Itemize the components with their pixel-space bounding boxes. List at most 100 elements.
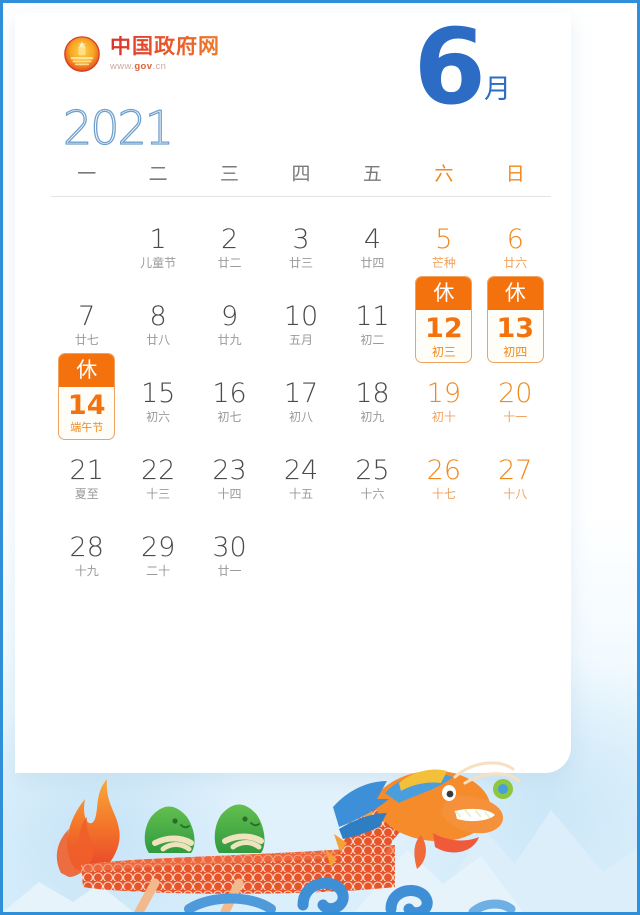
day-number: 19 [426, 377, 462, 409]
day-lunar-label: 端午节 [70, 422, 104, 434]
day-number: 16 [212, 377, 247, 409]
weekday-label-1: 二 [148, 164, 168, 185]
month-display: 6 月 [414, 15, 511, 119]
day-cell-22[interactable]: 22 十三 [122, 440, 193, 517]
day-number: 24 [283, 454, 319, 486]
brand-url-cn: .cn [152, 61, 167, 73]
day-cell-14[interactable]: 休 14 端午节 [51, 353, 122, 440]
day-cell-18[interactable]: 18 初九 [337, 363, 408, 440]
day-number: 2 [220, 223, 239, 255]
month-unit-label: 月 [484, 74, 511, 105]
day-lunar-label: 初四 [503, 345, 528, 359]
day-number: 17 [283, 377, 319, 409]
day-number: 29 [140, 531, 176, 563]
day-lunar-label: 芒种 [431, 256, 456, 271]
day-cell-30[interactable]: 30 廿一 [194, 517, 265, 594]
day-lunar-label: 十四 [217, 487, 242, 502]
day-cell-20[interactable]: 20 十一 [480, 363, 551, 440]
day-cell-6[interactable]: 6 廿六 [480, 209, 551, 286]
year-label: 2021 [62, 101, 174, 155]
day-cell-9[interactable]: 9 廿九 [194, 286, 265, 363]
day-lunar-label: 初八 [288, 410, 313, 425]
rest-day-card: 休 13 初四 [486, 276, 544, 363]
brand-logo[interactable]: 中国政府网 www.gov.cn [63, 35, 220, 73]
day-cell-26[interactable]: 26 十七 [408, 440, 479, 517]
day-number: 15 [140, 377, 176, 409]
day-cell-5[interactable]: 5 芒种 [408, 209, 479, 286]
day-number: 8 [149, 300, 167, 332]
water-waves [184, 877, 516, 912]
rest-badge: 休 [487, 277, 543, 310]
day-number: 12 [425, 313, 463, 344]
day-number: 3 [292, 223, 310, 255]
rest-badge: 休 [416, 277, 472, 310]
day-lunar-label: 五月 [288, 333, 313, 348]
day-number: 7 [78, 300, 96, 332]
boat-paddles [134, 878, 244, 912]
day-lunar-label: 初七 [217, 410, 242, 425]
day-number: 21 [69, 454, 104, 486]
day-cell-12[interactable]: 休 12 初三 [408, 276, 479, 363]
day-lunar-label: 十八 [503, 487, 528, 502]
weekday-label-6: 日 [505, 164, 525, 185]
day-lunar-label: 十七 [431, 487, 456, 502]
dragon-head [333, 761, 521, 869]
day-cell-29[interactable]: 29 二十 [122, 517, 193, 594]
brand-url: www.gov.cn [110, 62, 220, 72]
dragon-boat-hull [81, 845, 395, 894]
day-cell-25[interactable]: 25 十六 [337, 440, 408, 517]
day-cell-3[interactable]: 3 廿三 [265, 209, 336, 286]
day-cell-23[interactable]: 23 十四 [194, 440, 265, 517]
day-lunar-label: 初九 [360, 410, 385, 425]
day-number: 13 [496, 313, 535, 344]
day-cell-27[interactable]: 27 十八 [480, 440, 551, 517]
day-cell-21[interactable]: 21 夏至 [51, 440, 122, 517]
day-number: 26 [426, 454, 462, 486]
zongzi-rower-right [214, 804, 265, 853]
day-number: 25 [355, 454, 390, 486]
day-cell-13[interactable]: 休 13 初四 [480, 276, 551, 363]
day-lunar-label: 廿六 [503, 256, 528, 271]
day-cell-7[interactable]: 7 廿七 [51, 286, 122, 363]
day-number: 5 [435, 223, 453, 255]
day-lunar-label: 初六 [146, 410, 171, 425]
weekday-label-0: 一 [77, 164, 97, 185]
weekday-label-4: 五 [362, 164, 382, 185]
day-cell-19[interactable]: 19 初十 [408, 363, 479, 440]
day-lunar-label: 儿童节 [140, 256, 177, 271]
day-cell-2[interactable]: 2 廿二 [194, 209, 265, 286]
day-number: 22 [140, 454, 176, 486]
day-cell-8[interactable]: 8 廿八 [122, 286, 193, 363]
weekday-label-2: 三 [220, 164, 240, 185]
day-cell-28[interactable]: 28 十九 [51, 517, 122, 594]
day-lunar-label: 廿四 [360, 256, 385, 271]
day-lunar-label: 廿九 [217, 333, 242, 348]
day-lunar-label: 初十 [431, 410, 456, 425]
zongzi-rower-left [144, 806, 195, 853]
day-lunar-label: 廿一 [217, 564, 242, 579]
day-number: 23 [212, 454, 247, 486]
day-grid: 1 儿童节 2 廿二 3 廿三 4 廿四 5 芒种 6 廿六 7 廿七 8 廿八 9 廿九 10 五月 11 初二休 12 初… [51, 209, 551, 594]
day-lunar-label: 廿三 [288, 256, 313, 271]
day-lunar-label: 廿二 [217, 256, 242, 271]
day-cell-24[interactable]: 24 十五 [265, 440, 336, 517]
day-lunar-label: 廿八 [146, 333, 171, 348]
day-cell-16[interactable]: 16 初七 [194, 363, 265, 440]
day-lunar-label: 二十 [146, 564, 171, 579]
weekday-label-3: 四 [291, 164, 311, 185]
day-number: 18 [355, 377, 390, 409]
day-lunar-label: 廿七 [74, 333, 99, 348]
dragon-tail-flame [56, 779, 120, 877]
day-number: 1 [149, 223, 167, 255]
day-lunar-label: 十三 [146, 487, 171, 502]
day-cell-10[interactable]: 10 五月 [265, 286, 336, 363]
brand-name: 中国政府网 [110, 35, 220, 59]
day-cell-11[interactable]: 11 初二 [337, 286, 408, 363]
rest-day-card: 休 12 初三 [415, 276, 473, 363]
day-cell-17[interactable]: 17 初八 [265, 363, 336, 440]
day-cell-15[interactable]: 15 初六 [122, 363, 193, 440]
day-number: 4 [363, 223, 382, 255]
calendar-card: 中国政府网 www.gov.cn 2021 6 月 一二三四五六日 1 儿童节 2 廿… [15, 13, 571, 773]
day-cell-4[interactable]: 4 廿四 [337, 209, 408, 286]
day-cell-1[interactable]: 1 儿童节 [122, 209, 193, 286]
